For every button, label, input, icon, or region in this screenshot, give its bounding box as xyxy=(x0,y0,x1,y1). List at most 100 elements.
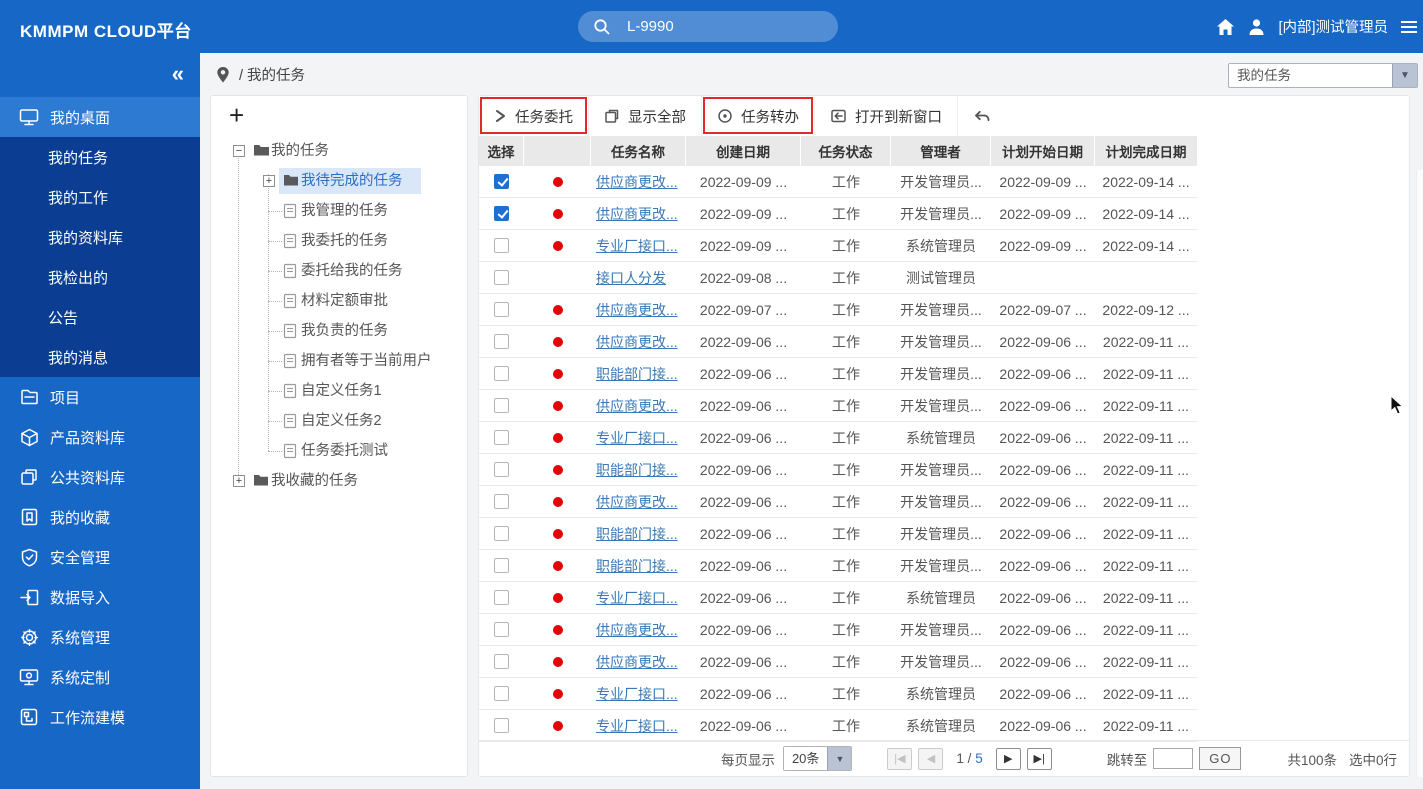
sidebar-item[interactable]: 系统管理 xyxy=(0,617,200,657)
task-name-link[interactable]: 职能部门接... xyxy=(596,556,678,576)
search-input-value[interactable]: L-9990 xyxy=(627,18,674,35)
undo-button[interactable] xyxy=(958,96,1005,136)
row-checkbox[interactable] xyxy=(494,270,509,285)
tree-node[interactable]: 材料定额审批 xyxy=(211,286,467,316)
first-page-button[interactable]: |◀ xyxy=(887,748,912,770)
tree-node[interactable]: 自定义任务2 xyxy=(211,406,467,436)
column-header[interactable] xyxy=(524,136,591,166)
sidebar-item[interactable]: 我检出的 xyxy=(0,257,200,297)
task-name-link[interactable]: 供应商更改... xyxy=(596,172,678,192)
tree-node-label[interactable]: 拥有者等于当前用户 xyxy=(301,346,432,376)
task-name-link[interactable]: 供应商更改... xyxy=(596,492,678,512)
collapse-node-icon[interactable]: − xyxy=(233,145,245,157)
tree-node[interactable]: + 我待完成的任务 xyxy=(211,166,467,196)
task-name-link[interactable]: 供应商更改... xyxy=(596,300,678,320)
jump-to-input[interactable] xyxy=(1153,748,1193,769)
tree-node-label[interactable]: 我委托的任务 xyxy=(301,226,388,256)
scrollbar-track[interactable] xyxy=(1416,170,1423,777)
row-checkbox[interactable] xyxy=(494,462,509,477)
go-button[interactable]: GO xyxy=(1199,747,1241,770)
task-name-link[interactable]: 供应商更改... xyxy=(596,652,678,672)
expand-node-icon[interactable]: + xyxy=(263,175,275,187)
menu-icon[interactable] xyxy=(1401,21,1417,33)
task-delegate-button[interactable]: 任务委托 xyxy=(479,96,589,136)
current-user-label[interactable]: [内部]测试管理员 xyxy=(1278,16,1388,37)
row-checkbox[interactable] xyxy=(494,494,509,509)
row-checkbox[interactable] xyxy=(494,686,509,701)
tree-node[interactable]: 我委托的任务 xyxy=(211,226,467,256)
tree-node[interactable]: 我管理的任务 xyxy=(211,196,467,226)
task-name-link[interactable]: 供应商更改... xyxy=(596,620,678,640)
task-name-link[interactable]: 专业厂接口... xyxy=(596,236,678,256)
sidebar-item[interactable]: 我的桌面 xyxy=(0,97,200,137)
expand-node-icon[interactable]: + xyxy=(233,475,245,487)
tree-node[interactable]: 拥有者等于当前用户 xyxy=(211,346,467,376)
tree-node-label[interactable]: 我的任务 xyxy=(271,136,329,166)
home-icon[interactable] xyxy=(1216,18,1235,36)
column-header[interactable]: 计划完成日期 xyxy=(1095,136,1197,166)
tree-node-label[interactable]: 委托给我的任务 xyxy=(301,256,403,286)
user-icon[interactable] xyxy=(1248,18,1265,36)
add-node-button[interactable]: + xyxy=(229,100,244,131)
task-name-link[interactable]: 职能部门接... xyxy=(596,460,678,480)
task-name-link[interactable]: 专业厂接口... xyxy=(596,428,678,448)
task-name-link[interactable]: 供应商更改... xyxy=(596,204,678,224)
row-checkbox[interactable] xyxy=(494,622,509,637)
row-checkbox[interactable] xyxy=(494,334,509,349)
per-page-select[interactable]: 20条 ▼ xyxy=(783,746,852,771)
tree-node-label[interactable]: 我负责的任务 xyxy=(301,316,388,346)
sidebar-item[interactable]: 安全管理 xyxy=(0,537,200,577)
sidebar-item[interactable]: 我的收藏 xyxy=(0,497,200,537)
column-header[interactable]: 任务名称 xyxy=(591,136,686,166)
column-header[interactable]: 计划开始日期 xyxy=(991,136,1095,166)
column-header[interactable]: 管理者 xyxy=(891,136,991,166)
tree-node-label[interactable]: 材料定额审批 xyxy=(301,286,388,316)
tree-node[interactable]: 任务委托测试 xyxy=(211,436,467,466)
tree-node-label[interactable]: 我待完成的任务 xyxy=(301,166,403,196)
chevron-down-icon[interactable]: ▼ xyxy=(827,747,851,770)
task-name-link[interactable]: 专业厂接口... xyxy=(596,716,678,736)
show-all-button[interactable]: 显示全部 xyxy=(589,96,702,136)
tree-node[interactable]: 自定义任务1 xyxy=(211,376,467,406)
sidebar-item[interactable]: 工作流建模 xyxy=(0,697,200,737)
tree-node[interactable]: 委托给我的任务 xyxy=(211,256,467,286)
row-checkbox[interactable] xyxy=(494,526,509,541)
row-checkbox[interactable] xyxy=(494,366,509,381)
task-name-link[interactable]: 接口人分发 xyxy=(596,268,666,288)
row-checkbox[interactable] xyxy=(494,430,509,445)
sidebar-item[interactable]: 项目 xyxy=(0,377,200,417)
row-checkbox[interactable] xyxy=(494,718,509,733)
sidebar-item[interactable]: 产品资料库 xyxy=(0,417,200,457)
task-transfer-button[interactable]: 任务转办 xyxy=(702,96,815,136)
row-checkbox[interactable] xyxy=(494,590,509,605)
sidebar-item[interactable]: 我的消息 xyxy=(0,337,200,377)
row-checkbox[interactable] xyxy=(494,174,509,189)
sidebar-item[interactable]: 系统定制 xyxy=(0,657,200,697)
last-page-button[interactable]: ▶| xyxy=(1027,748,1052,770)
column-header[interactable]: 选择 xyxy=(479,136,524,166)
tree-node[interactable]: − 我的任务 xyxy=(211,136,467,166)
sidebar-item[interactable]: 我的工作 xyxy=(0,177,200,217)
tree-node-label[interactable]: 任务委托测试 xyxy=(301,436,388,466)
tree-node-label[interactable]: 自定义任务1 xyxy=(301,376,382,406)
row-checkbox[interactable] xyxy=(494,654,509,669)
next-page-button[interactable]: ▶ xyxy=(996,748,1021,770)
global-search[interactable]: L-9990 xyxy=(578,11,838,42)
column-header[interactable]: 任务状态 xyxy=(801,136,891,166)
tree-node[interactable]: 我负责的任务 xyxy=(211,316,467,346)
task-name-link[interactable]: 专业厂接口... xyxy=(596,588,678,608)
prev-page-button[interactable]: ◀ xyxy=(918,748,943,770)
sidebar-item[interactable]: 公共资料库 xyxy=(0,457,200,497)
row-checkbox[interactable] xyxy=(494,238,509,253)
sidebar-collapse-icon[interactable]: « xyxy=(172,61,184,87)
task-name-link[interactable]: 供应商更改... xyxy=(596,332,678,352)
tree-node-label[interactable]: 自定义任务2 xyxy=(301,406,382,436)
row-checkbox[interactable] xyxy=(494,302,509,317)
open-new-window-button[interactable]: 打开到新窗口 xyxy=(815,96,958,136)
task-name-link[interactable]: 供应商更改... xyxy=(596,396,678,416)
row-checkbox[interactable] xyxy=(494,206,509,221)
task-name-link[interactable]: 专业厂接口... xyxy=(596,684,678,704)
row-checkbox[interactable] xyxy=(494,558,509,573)
tree-node-label[interactable]: 我收藏的任务 xyxy=(271,466,358,496)
sidebar-item[interactable]: 我的任务 xyxy=(0,137,200,177)
